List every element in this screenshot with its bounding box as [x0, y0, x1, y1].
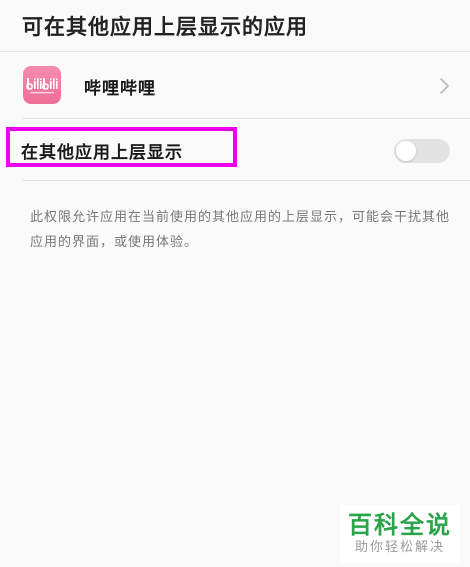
bilibili-app-icon	[23, 66, 61, 104]
chevron-right-icon	[440, 78, 449, 94]
divider	[22, 180, 470, 181]
app-row[interactable]: 哔哩哔哩	[0, 54, 470, 118]
watermark-subtitle: 助你轻松解决	[354, 540, 445, 555]
app-name: 哔哩哔哩	[84, 79, 156, 99]
overlay-setting-row[interactable]: 在其他应用上层显示	[0, 119, 470, 180]
overlay-permission-screen: 可在其他应用上层显示的应用 哔哩哔哩 在其他应用上层显示 此权限允许应用在当前使…	[0, 0, 470, 567]
watermark-title: 百科全说	[348, 511, 452, 539]
permission-description: 此权限允许应用在当前使用的其他应用的上层显示，可能会干扰其他应用的界面，或使用体…	[30, 210, 451, 250]
watermark: 百科全说 助你轻松解决	[340, 505, 460, 563]
switch-knob	[396, 141, 416, 161]
page-title: 可在其他应用上层显示的应用	[22, 14, 308, 39]
overlay-toggle-switch[interactable]	[394, 139, 450, 163]
bilibili-logo-icon	[26, 78, 58, 94]
overlay-setting-label: 在其他应用上层显示	[21, 143, 183, 163]
header: 可在其他应用上层显示的应用	[0, 0, 470, 52]
